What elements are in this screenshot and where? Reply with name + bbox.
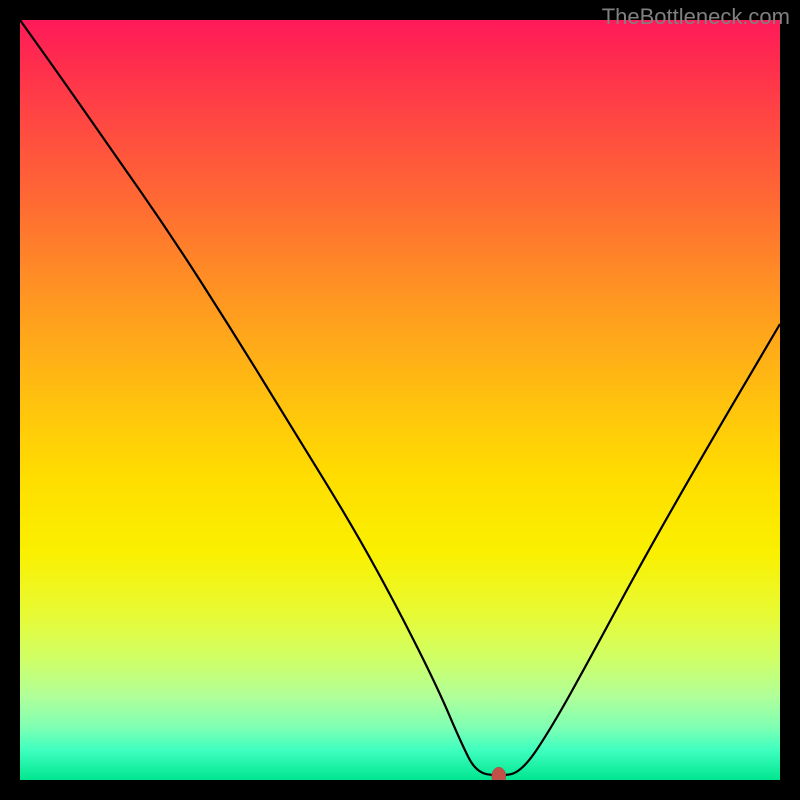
minimum-marker — [492, 767, 506, 780]
watermark-text: TheBottleneck.com — [602, 4, 790, 30]
bottleneck-curve — [20, 20, 780, 775]
chart-svg — [20, 20, 780, 780]
plot-area — [20, 20, 780, 780]
